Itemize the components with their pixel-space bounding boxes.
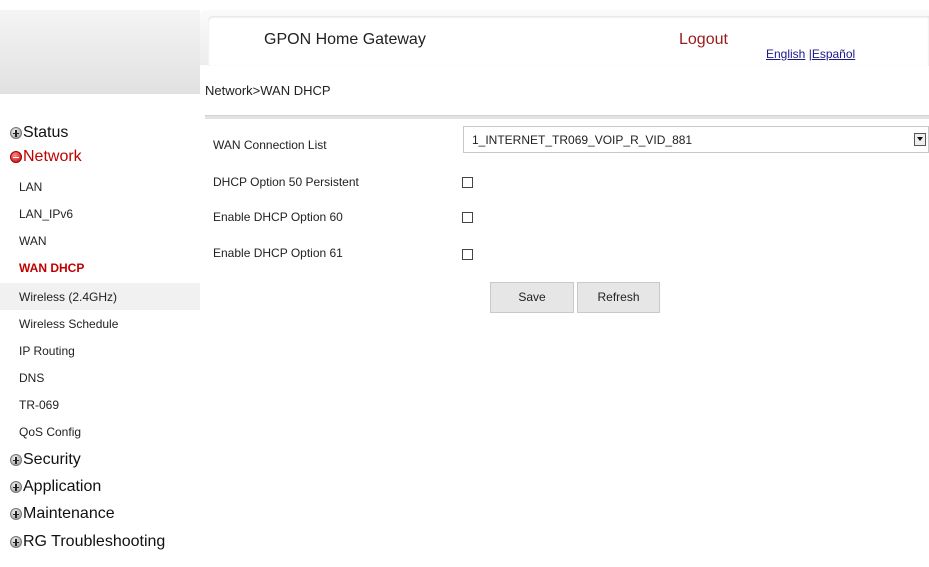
- chevron-down-icon[interactable]: [914, 133, 926, 146]
- expand-plus-icon: [10, 508, 22, 520]
- sidebar-item-label: TR-069: [19, 398, 60, 412]
- language-switcher: English |Español: [766, 47, 855, 61]
- sidebar-item-status[interactable]: Status: [10, 124, 68, 142]
- sidebar-header-block: [0, 10, 200, 94]
- sidebar-item-label: Wireless Schedule: [19, 317, 119, 331]
- wan-connection-list-label: WAN Connection List: [213, 138, 327, 152]
- sidebar-item-tr069[interactable]: TR-069: [0, 391, 200, 418]
- sidebar-item-maintenance[interactable]: Maintenance: [10, 505, 115, 523]
- sidebar-item-label: WAN DHCP: [19, 261, 85, 275]
- sidebar-item-label: LAN: [19, 180, 43, 194]
- expand-plus-icon: [10, 127, 22, 139]
- lang-english-link[interactable]: English: [766, 47, 805, 61]
- sidebar-label-status: Status: [23, 124, 69, 141]
- sidebar-item-wan[interactable]: WAN: [0, 227, 200, 254]
- sidebar-item-ip-routing[interactable]: IP Routing: [0, 337, 200, 364]
- option60-label: Enable DHCP Option 60: [213, 210, 343, 224]
- sidebar-item-network[interactable]: Network: [10, 148, 82, 166]
- sidebar-item-label: QoS Config: [19, 425, 82, 439]
- sidebar-item-wireless[interactable]: Wireless (2.4GHz): [0, 283, 200, 310]
- option50-checkbox[interactable]: [462, 177, 473, 188]
- sidebar-label-application: Application: [23, 478, 102, 495]
- option61-label: Enable DHCP Option 61: [213, 246, 343, 260]
- sidebar-label-rg-troubleshooting: RG Troubleshooting: [23, 533, 166, 550]
- collapse-minus-icon: [10, 151, 22, 163]
- app-title: GPON Home Gateway: [264, 31, 426, 48]
- sidebar-item-wan-dhcp[interactable]: WAN DHCP: [0, 254, 200, 281]
- sidebar-label-network: Network: [23, 148, 82, 165]
- sidebar-item-wireless-schedule[interactable]: Wireless Schedule: [0, 310, 200, 337]
- option61-checkbox[interactable]: [462, 249, 473, 260]
- sidebar-label-maintenance: Maintenance: [23, 505, 115, 522]
- refresh-button[interactable]: Refresh: [577, 282, 660, 313]
- expand-plus-icon: [10, 481, 22, 493]
- sidebar-item-lan[interactable]: LAN: [0, 173, 200, 200]
- sidebar-item-security[interactable]: Security: [10, 451, 81, 469]
- wan-connection-select[interactable]: 1_INTERNET_TR069_VOIP_R_VID_881: [463, 126, 929, 153]
- expand-plus-icon: [10, 454, 22, 466]
- sidebar-item-lan-ipv6[interactable]: LAN_IPv6: [0, 200, 200, 227]
- logout-link[interactable]: Logout: [679, 31, 728, 49]
- sidebar-label-security: Security: [23, 451, 81, 468]
- save-button[interactable]: Save: [490, 282, 574, 313]
- sidebar-item-label: Wireless (2.4GHz): [19, 290, 118, 304]
- option60-checkbox[interactable]: [462, 212, 473, 223]
- sidebar-item-application[interactable]: Application: [10, 478, 101, 496]
- sidebar-item-label: IP Routing: [19, 344, 75, 358]
- option50-label: DHCP Option 50 Persistent: [213, 175, 359, 189]
- breadcrumb: Network>WAN DHCP: [205, 83, 331, 98]
- content-divider: [205, 115, 929, 119]
- expand-plus-icon: [10, 536, 22, 548]
- sidebar-item-label: WAN: [19, 234, 47, 248]
- sidebar-item-label: DNS: [19, 371, 45, 385]
- sidebar-item-qos-config[interactable]: QoS Config: [0, 418, 200, 445]
- sidebar-item-label: LAN_IPv6: [19, 207, 74, 221]
- wan-connection-value: 1_INTERNET_TR069_VOIP_R_VID_881: [472, 133, 693, 147]
- sidebar-item-dns[interactable]: DNS: [0, 364, 200, 391]
- sidebar-item-rg-troubleshooting[interactable]: RG Troubleshooting: [10, 533, 165, 551]
- lang-spanish-link[interactable]: Español: [812, 47, 855, 61]
